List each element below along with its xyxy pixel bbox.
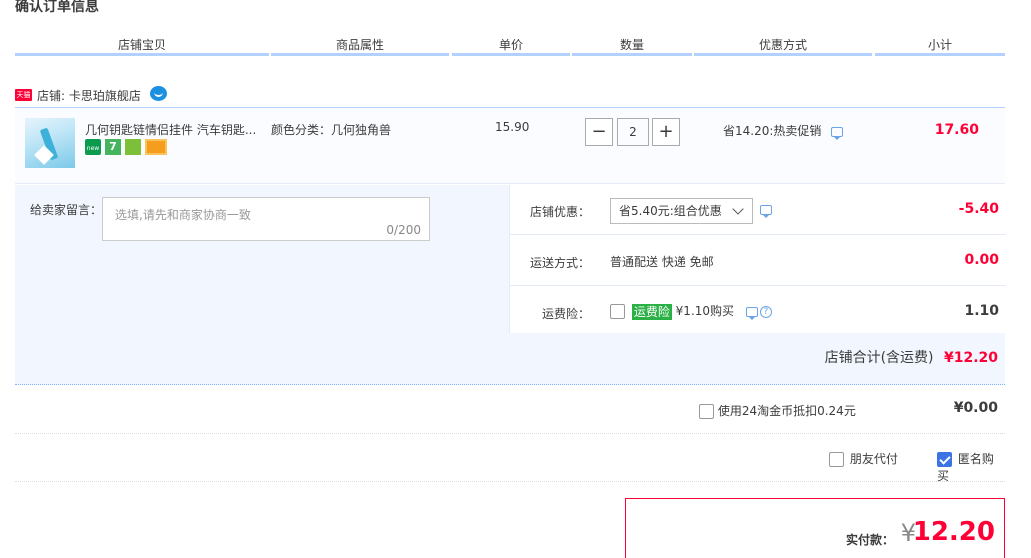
column-header-attributes: 商品属性 [271,36,449,56]
extra-options-row: 朋友代付 匿名购买 [15,434,1005,484]
shop-total-amount: ¥12.20 [943,350,998,366]
shop-promo-selected: 省5.40元:组合优惠 [619,204,722,218]
insurance-price: ¥1.10购买 [675,304,735,318]
insurance-option: 运费险 ¥1.10购买 ? [610,302,772,320]
insurance-checkbox[interactable] [610,304,625,319]
column-header-shop-item: 店铺宝贝 [15,36,269,56]
quantity-decrease-button[interactable]: − [585,118,613,146]
coin-deduction-row: 使用24淘金币抵扣0.24元 ¥0.00 [15,386,1005,434]
order-options-panel: 给卖家留言： 选填,请先和商家协商一致 0/200 店铺优惠： 省5.40元:组… [15,185,1006,385]
friend-pay-label: 朋友代付 [849,452,898,466]
seller-message-textarea[interactable]: 选填,请先和商家协商一致 0/200 [102,197,430,241]
payment-amount: 12.20 [912,517,995,547]
chevron-down-icon [732,203,744,215]
shipping-value: 普通配送 快递 免邮 [610,255,714,269]
friend-pay-checkbox[interactable] [829,452,844,467]
insurance-tag: 运费险 [631,303,672,320]
shop-promo-select[interactable]: 省5.40元:组合优惠 [610,198,753,224]
tmall-badge-icon: 天猫 [15,89,32,101]
item-subtotal: 17.60 [934,122,979,138]
shop-row: 天猫 店铺: 卡思珀旗舰店 [15,84,1005,108]
help-icon[interactable]: ? [759,305,772,318]
coin-deduction-checkbox[interactable] [699,404,714,419]
credit-card-icon[interactable] [145,139,167,155]
shop-promo-row: 店铺优惠： 省5.40元:组合优惠 -5.40 [510,185,1006,235]
friend-pay-option: 朋友代付 [829,450,898,467]
quantity-input[interactable]: 2 [617,118,649,146]
column-header-quantity: 数量 [572,36,692,56]
item-attribute: 颜色分类：几何独角兽 [271,123,392,137]
shop-promo-amount: -5.40 [958,201,999,217]
payment-summary-box: 实付款： ¥ 12.20 [625,498,1005,558]
insurance-label: 运费险： [541,307,590,321]
tmall-new-icon[interactable]: new [85,139,101,155]
column-header-unit-price: 单价 [452,36,570,56]
item-title-link[interactable]: 几何钥匙链情侣挂件 汽车钥匙... [85,121,265,138]
shipping-amount: 0.00 [964,252,999,268]
coin-deduction-amount: ¥0.00 [953,400,998,416]
anonymous-buy-option: 匿名购买 [937,450,1005,484]
seller-message-label: 给卖家留言： [30,203,103,217]
shop-total-label: 店铺合计(含运费) [824,350,934,366]
item-promotion-text: 省14.20:热卖促销 [723,124,822,138]
page-title: 确认订单信息 [15,0,99,15]
wangwang-chat-icon[interactable] [150,86,167,101]
shipping-label: 运送方式： [529,256,590,270]
payment-label: 实付款： [845,533,894,547]
shipping-row: 运送方式： 普通配送 快递 免邮 0.00 [510,236,1006,286]
coin-deduction-option: 使用24淘金币抵扣0.24元 [699,402,856,419]
insurance-amount: 1.10 [964,303,999,319]
order-item-row: 几何钥匙链情侣挂件 汽车钥匙... new 7 颜色分类：几何独角兽 15.90 … [15,108,1005,184]
seller-message-placeholder: 选填,请先和商家协商一致 [115,208,251,222]
insurance-comment-icon[interactable] [745,306,758,320]
column-header-discount: 优惠方式 [694,36,872,56]
item-unit-price: 15.90 [495,120,530,134]
column-header-subtotal: 小计 [875,36,1005,56]
promo-comment-icon[interactable] [831,126,844,140]
order-fees-pane: 店铺优惠： 省5.40元:组合优惠 -5.40 运送方式： 普通配送 快递 免邮… [509,185,1006,333]
anonymous-buy-checkbox[interactable] [937,452,952,467]
shop-name-link[interactable]: 店铺: 卡思珀旗舰店 [37,87,141,104]
shop-promo-label: 店铺优惠： [529,205,590,219]
service-icons: new 7 [85,139,171,155]
item-promotion: 省14.20:热卖促销 [723,122,844,140]
shopping-bag-icon[interactable] [125,139,141,155]
shop-total: 店铺合计(含运费) ¥12.20 [825,347,998,367]
shop-promo-comment-icon[interactable] [760,205,772,218]
seven-day-return-icon[interactable]: 7 [105,139,121,155]
quantity-increase-button[interactable]: + [652,118,680,146]
seller-message-char-count: 0/200 [386,223,421,237]
item-thumbnail[interactable] [25,118,75,168]
insurance-row: 运费险： 运费险 ¥1.10购买 ? 1.10 [510,287,1006,337]
coin-deduction-label: 使用24淘金币抵扣0.24元 [717,404,856,418]
